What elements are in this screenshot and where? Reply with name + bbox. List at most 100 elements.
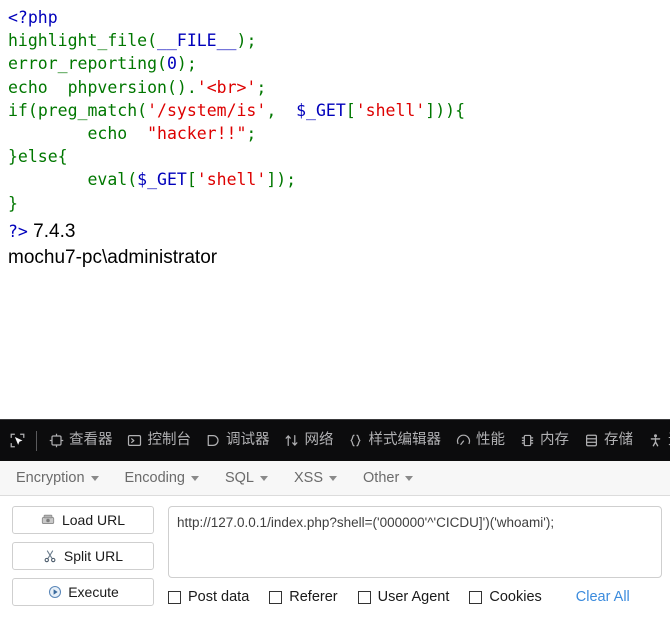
tab-console[interactable]: 控制台 (120, 420, 199, 461)
menu-label: XSS (294, 470, 324, 486)
tab-debugger[interactable]: 调试器 (198, 420, 277, 461)
chevron-down-icon (90, 475, 99, 481)
checkbox-box[interactable] (269, 590, 283, 604)
tab-accessibility[interactable]: 无障碍环境 (640, 420, 670, 461)
network-icon (284, 433, 300, 449)
menu-other[interactable]: Other (363, 470, 414, 486)
chevron-down-icon (329, 475, 338, 481)
hackbar-menubar: Encryption Encoding SQL XSS Other (0, 461, 670, 496)
tab-label: 调试器 (226, 432, 270, 449)
checkbox-label: Post data (188, 589, 250, 605)
chevron-down-icon (190, 475, 199, 481)
split-url-button[interactable]: Split URL (12, 542, 154, 570)
code-token: [ (186, 170, 197, 190)
tab-style-editor[interactable]: 样式编辑器 (341, 420, 449, 461)
hackbar-action-buttons: Load URL Split URL Execute (12, 506, 154, 606)
checkbox-box[interactable] (469, 590, 483, 604)
code-token: if (8, 100, 28, 120)
checkbox-label: Referer (289, 589, 338, 605)
code-token: }else{ (8, 147, 68, 167)
checkbox-post-data[interactable]: Post data (168, 589, 249, 605)
code-token: '<br>' (196, 77, 257, 97)
tab-label: 网络 (304, 432, 334, 449)
code-token: ) (236, 31, 247, 51)
code-token: preg_match (37, 100, 138, 120)
code-token: ( (137, 100, 148, 120)
code-token: } (8, 193, 18, 213)
php-version-line: ?> 7.4.3 (8, 219, 670, 245)
inspector-icon (48, 433, 64, 449)
tab-memory[interactable]: 内存 (512, 420, 576, 461)
code-token: 'shell' (355, 100, 426, 120)
tab-storage[interactable]: 存储 (576, 420, 640, 461)
menu-xss[interactable]: XSS (294, 470, 338, 486)
tab-label: 内存 (540, 432, 569, 449)
execute-button[interactable]: Execute (12, 578, 154, 606)
code-token: echo (8, 77, 58, 97)
chevron-down-icon (260, 475, 268, 481)
code-token: [ (345, 100, 356, 120)
code-token: ])){ (425, 100, 466, 120)
button-label: Load URL (61, 512, 126, 528)
checkbox-label: Cookies (489, 589, 542, 605)
menu-label: Other (363, 470, 400, 486)
accessibility-icon (647, 433, 663, 449)
code-token: ; (186, 54, 197, 74)
code-token: $_GET (286, 100, 346, 120)
menu-encryption[interactable]: Encryption (16, 470, 99, 486)
performance-icon (455, 433, 471, 449)
code-token: ( (157, 54, 167, 74)
devtools-toolbar: 查看器 控制台 调试器 网络 样式编辑器 性能 内存 存储无障碍环境 (0, 419, 670, 461)
code-token: ; (256, 77, 267, 97)
code-token: ( (147, 31, 158, 51)
checkbox-box[interactable] (168, 590, 181, 604)
tab-label: 查看器 (69, 432, 113, 449)
tab-network[interactable]: 网络 (277, 420, 341, 461)
code-token: ( (27, 100, 38, 120)
code-token: 'shell' (196, 170, 267, 190)
element-picker-icon (10, 433, 24, 448)
menu-label: SQL (224, 470, 254, 486)
checkbox-cookies[interactable]: Cookies (469, 589, 542, 605)
code-token: highlight_file (8, 31, 148, 51)
php-runtime-output: ?> 7.4.3 mochu7-pc\administrator (0, 215, 670, 271)
element-picker-button[interactable] (0, 420, 34, 461)
code-token: ; (246, 124, 257, 144)
php-source-output: <?php highlight_file(__FILE__); error_re… (0, 0, 670, 419)
tab-label: 控制台 (147, 432, 192, 449)
code-token: ; (246, 31, 257, 51)
code-token: , (266, 100, 287, 120)
clear-all-link[interactable]: Clear All (576, 589, 630, 605)
menu-encoding[interactable]: Encoding (125, 470, 199, 486)
php-close-tag: ?> (8, 221, 28, 241)
code-token: $_GET (137, 170, 187, 190)
php-version-value: 7.4.3 (33, 220, 76, 242)
tab-label: 性能 (476, 432, 505, 449)
checkbox-user-agent[interactable]: User Agent (357, 589, 449, 605)
hackbar-url-area: Post data Referer User Agent Cookies Clear A… (168, 506, 662, 606)
code-token: ) (176, 54, 187, 74)
devtools-tab-list: 查看器 控制台 调试器 网络 样式编辑器 性能 内存 存储无障碍环境 (41, 420, 670, 461)
debugger-icon (205, 433, 221, 449)
load-url-button[interactable]: Load URL (12, 506, 154, 534)
menu-label: Encryption (16, 470, 85, 486)
code-token: ( (127, 170, 138, 190)
style-editor-icon (348, 433, 364, 449)
checkbox-box[interactable] (357, 590, 371, 604)
code-token: eval (8, 170, 128, 190)
menu-sql[interactable]: SQL (225, 470, 268, 486)
hackbar-options-row: Post data Referer User Agent Cookies Clear A… (168, 589, 662, 605)
checkbox-referer[interactable]: Referer (269, 589, 338, 605)
code-token: "hacker!!" (137, 124, 247, 144)
memory-icon (519, 433, 535, 449)
load-url-icon (41, 513, 56, 528)
code-token: echo (8, 124, 138, 144)
button-label: Execute (68, 584, 119, 600)
button-label: Split URL (63, 548, 124, 564)
tab-inspector[interactable]: 查看器 (41, 420, 120, 461)
chevron-down-icon (405, 475, 414, 481)
hackbar-panel: Encryption Encoding SQL XSS Other Load URL Sp… (0, 461, 670, 643)
console-icon (127, 433, 143, 449)
tab-performance[interactable]: 性能 (448, 420, 512, 461)
url-input[interactable] (168, 506, 662, 578)
